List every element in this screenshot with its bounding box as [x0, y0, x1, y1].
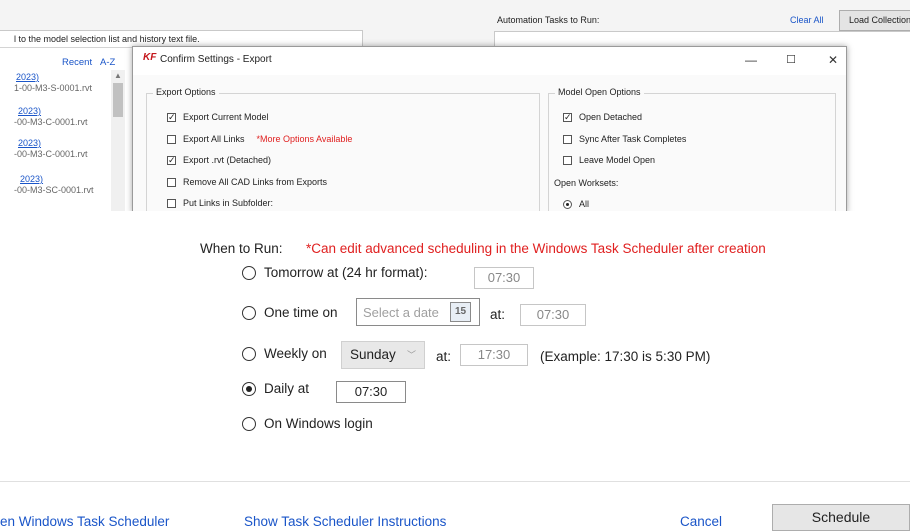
- daily-label: Daily at: [264, 381, 310, 396]
- scrollbar-thumb[interactable]: [113, 83, 123, 117]
- radio-button[interactable]: [242, 346, 256, 361]
- confirm-settings-dialog: KF Confirm Settings - Export — ☐ ✕ Expor…: [132, 46, 847, 211]
- radio-button[interactable]: [242, 305, 256, 320]
- model-selection-hint: l to the model selection list and histor…: [14, 34, 200, 44]
- worksets-all-radio[interactable]: All: [563, 199, 589, 209]
- clear-all-link[interactable]: Clear All: [790, 15, 824, 25]
- model-year-link[interactable]: 2023): [20, 174, 94, 185]
- date-placeholder: Select a date: [363, 305, 439, 320]
- tomorrow-time-input[interactable]: 07:30: [474, 267, 534, 289]
- time-format-example: (Example: 17:30 is 5:30 PM): [540, 349, 711, 364]
- checkbox-box[interactable]: [167, 134, 176, 144]
- tomorrow-radio-option[interactable]: Tomorrow at (24 hr format):: [242, 265, 428, 280]
- sort-recent-link[interactable]: Recent: [62, 57, 92, 68]
- daily-radio-option[interactable]: Daily at: [242, 381, 309, 396]
- one-time-at-label: at:: [490, 307, 506, 322]
- radio-selected[interactable]: [563, 199, 572, 209]
- scheduler-note: *Can edit advanced scheduling in the Win…: [306, 241, 766, 256]
- export-current-model-checkbox[interactable]: ✓ Export Current Model: [167, 112, 269, 122]
- radio-button-selected[interactable]: [242, 381, 256, 396]
- one-time-label: One time on: [264, 305, 338, 320]
- model-year-link[interactable]: 2023): [18, 106, 88, 117]
- weekly-time-input[interactable]: 17:30: [460, 344, 528, 366]
- checkbox-label: Leave Model Open: [579, 155, 656, 165]
- chevron-up-icon[interactable]: ▲: [111, 70, 125, 82]
- radio-button[interactable]: [242, 265, 256, 280]
- radio-label: All: [579, 199, 590, 209]
- load-collection-button[interactable]: Load Collection: [839, 10, 910, 31]
- checkbox-box[interactable]: [563, 134, 572, 144]
- list-item[interactable]: 2023) -00-M3-C-0001.rvt: [14, 138, 88, 160]
- model-year-link[interactable]: 2023): [16, 72, 92, 83]
- minimize-icon[interactable]: —: [740, 51, 762, 69]
- model-year-link[interactable]: 2023): [18, 138, 88, 149]
- checkbox-box[interactable]: ✓: [167, 155, 176, 165]
- list-item[interactable]: 2023) -00-M3-SC-0001.rvt: [14, 174, 94, 196]
- checkbox-label: Remove All CAD Links from Exports: [183, 177, 328, 187]
- windows-login-label: On Windows login: [264, 416, 373, 431]
- model-open-options-label: Model Open Options: [555, 87, 644, 97]
- model-file-name: -00-M3-C-0001.rvt: [14, 149, 88, 159]
- export-options-label: Export Options: [153, 87, 219, 97]
- open-detached-checkbox[interactable]: ✓ Open Detached: [563, 112, 642, 122]
- model-list: 2023) 1-00-M3-S-0001.rvt 2023) -00-M3-C-…: [0, 68, 126, 211]
- calendar-icon[interactable]: 15: [450, 302, 471, 322]
- checkbox-box[interactable]: [563, 155, 572, 165]
- leave-model-open-checkbox[interactable]: Leave Model Open: [563, 155, 655, 165]
- sync-after-task-checkbox[interactable]: Sync After Task Completes: [563, 134, 686, 144]
- sort-az-link[interactable]: A-Z: [100, 57, 115, 68]
- export-options-group: Export Options: [146, 87, 540, 211]
- open-task-scheduler-link[interactable]: Open Windows Task Scheduler: [0, 514, 169, 529]
- when-to-run-label: When to Run:: [200, 241, 283, 256]
- remove-cad-links-checkbox[interactable]: Remove All CAD Links from Exports: [167, 177, 327, 187]
- close-icon[interactable]: ✕: [822, 51, 844, 69]
- export-all-links-checkbox[interactable]: Export All Links *More Options Available: [167, 134, 352, 144]
- checkbox-label: Put Links in Subfolder:: [183, 198, 274, 208]
- tomorrow-label: Tomorrow at (24 hr format):: [264, 265, 428, 280]
- list-item[interactable]: 2023) 1-00-M3-S-0001.rvt: [14, 72, 93, 94]
- model-file-name: -00-M3-C-0001.rvt: [14, 117, 88, 127]
- checkbox-box[interactable]: [167, 177, 176, 187]
- maximize-icon[interactable]: ☐: [780, 51, 802, 69]
- weekday-value: Sunday: [350, 347, 396, 362]
- model-file-name: 1-00-M3-S-0001.rvt: [14, 83, 93, 93]
- put-links-subfolder-checkbox[interactable]: Put Links in Subfolder:: [167, 198, 273, 208]
- show-instructions-link[interactable]: Show Task Scheduler Instructions: [244, 514, 446, 529]
- weekday-select[interactable]: Sunday ﹀: [341, 341, 425, 369]
- more-options-note: *More Options Available: [256, 134, 353, 144]
- checkbox-box[interactable]: ✓: [563, 112, 572, 122]
- schedule-button[interactable]: Schedule: [772, 504, 910, 531]
- daily-time-input[interactable]: 07:30: [336, 381, 406, 403]
- checkbox-label: Open Detached: [579, 112, 643, 122]
- checkbox-box[interactable]: [167, 198, 176, 208]
- background-app: l to the model selection list and histor…: [0, 0, 910, 211]
- chevron-down-icon: ﹀: [406, 350, 416, 360]
- list-item[interactable]: 2023) -00-M3-C-0001.rvt: [14, 106, 88, 128]
- model-file-name: -00-M3-SC-0001.rvt: [14, 185, 94, 195]
- model-open-options-group: Model Open Options: [548, 87, 836, 211]
- checkbox-box[interactable]: ✓: [167, 112, 176, 122]
- checkbox-label: Sync After Task Completes: [579, 134, 687, 144]
- open-worksets-label: Open Worksets:: [554, 178, 619, 188]
- weekly-at-label: at:: [436, 349, 452, 364]
- export-rvt-detached-checkbox[interactable]: ✓ Export .rvt (Detached): [167, 155, 271, 165]
- cancel-link[interactable]: Cancel: [680, 514, 722, 529]
- one-time-time-input[interactable]: 07:30: [520, 304, 586, 326]
- checkbox-label: Export .rvt (Detached): [183, 155, 272, 165]
- dialog-title: Confirm Settings - Export: [160, 54, 272, 65]
- automation-tasks-label: Automation Tasks to Run:: [497, 15, 600, 25]
- date-picker[interactable]: Select a date 15: [356, 298, 480, 326]
- checkbox-label: Export All Links: [183, 134, 245, 144]
- windows-login-radio-option[interactable]: On Windows login: [242, 416, 373, 431]
- checkbox-label: Export Current Model: [183, 112, 269, 122]
- weekly-radio-option[interactable]: Weekly on: [242, 346, 327, 361]
- model-list-scrollbar[interactable]: ▲: [111, 70, 125, 211]
- radio-button[interactable]: [242, 416, 256, 431]
- dialog-titlebar[interactable]: KF Confirm Settings - Export — ☐ ✕: [133, 47, 846, 75]
- app-logo-icon: KF: [143, 52, 157, 63]
- footer-divider: [0, 481, 910, 482]
- one-time-radio-option[interactable]: One time on: [242, 305, 338, 320]
- weekly-label: Weekly on: [264, 346, 327, 361]
